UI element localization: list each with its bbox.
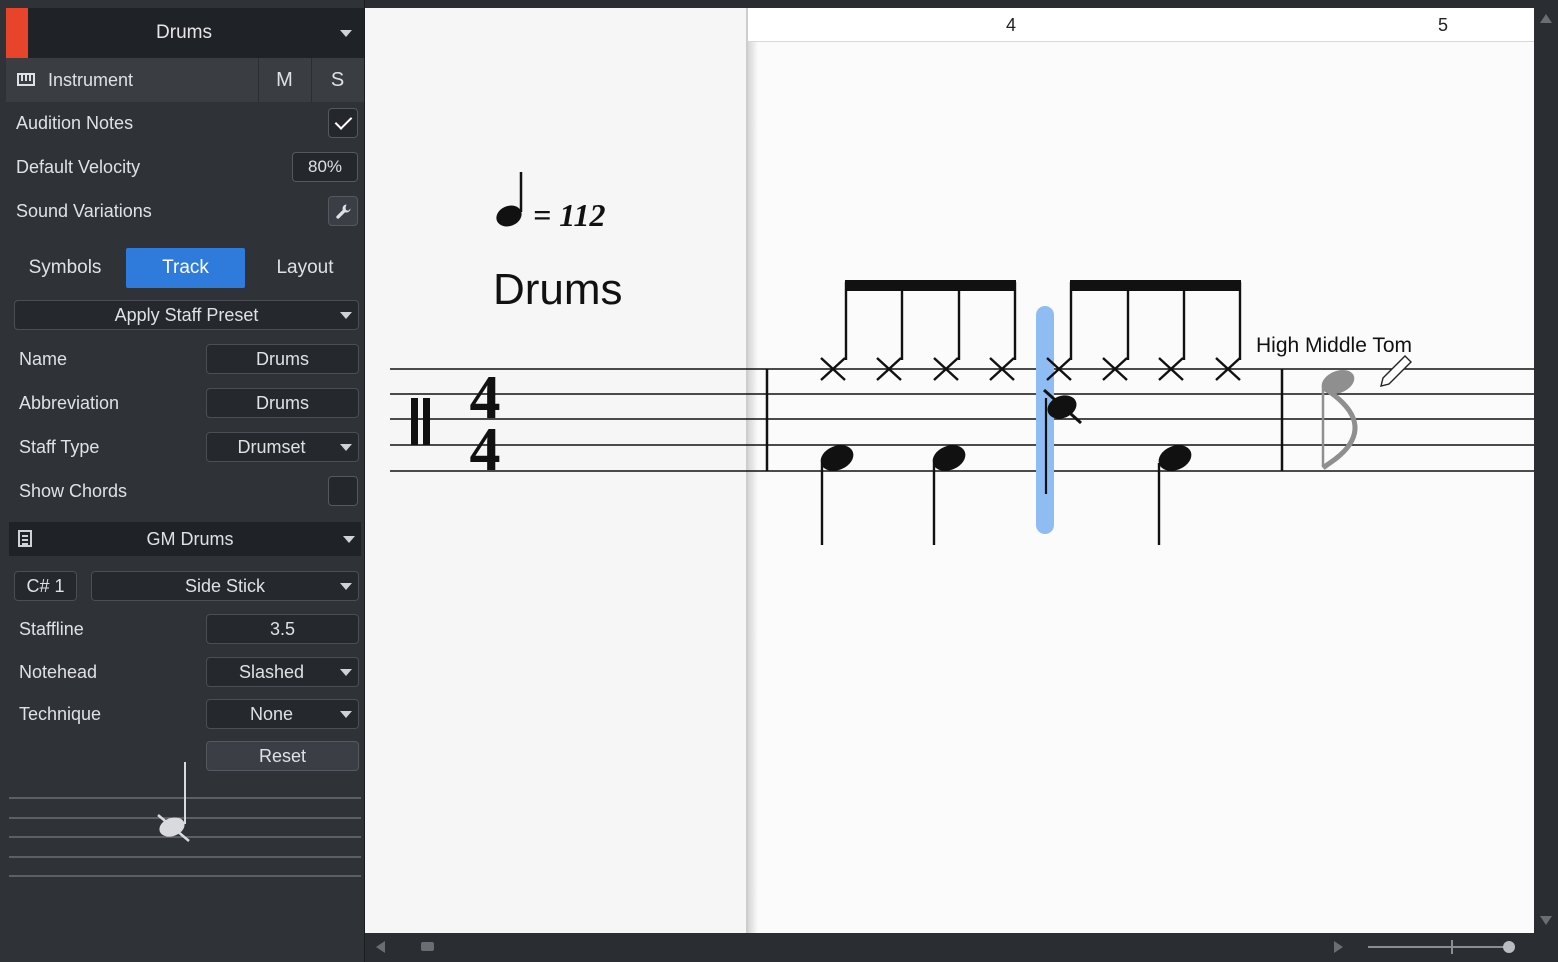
zoom-slider-knob[interactable] <box>1503 941 1515 953</box>
tempo-marking: = 112 <box>496 172 605 233</box>
track-color-swatch <box>6 8 28 58</box>
instrument-row: Instrument M S <box>6 58 364 102</box>
default-velocity-label: Default Velocity <box>16 157 141 177</box>
apply-staff-preset-dropdown[interactable]: Apply Staff Preset <box>14 300 359 330</box>
time-signature-bottom: 4 <box>470 416 501 484</box>
chevron-down-icon <box>340 312 352 319</box>
tab-symbols[interactable]: Symbols <box>6 248 124 288</box>
mute-button[interactable]: M <box>258 58 310 102</box>
instrument-sound-dropdown[interactable]: Side Stick <box>91 571 359 601</box>
inspector-panel: Drums Instrument M S Audition Notes Defa… <box>0 0 365 962</box>
scroll-left-arrow-icon[interactable] <box>376 941 385 953</box>
audition-notes-label: Audition Notes <box>16 113 134 133</box>
show-chords-checkbox[interactable] <box>328 476 358 506</box>
hihat-notes[interactable] <box>820 282 1242 381</box>
show-chords-label: Show Chords <box>19 481 128 501</box>
ghost-note-preview <box>1321 369 1358 470</box>
instrument-label: Instrument <box>48 70 134 90</box>
scroll-up-arrow-icon[interactable] <box>1540 14 1552 23</box>
sound-variations-row: Sound Variations <box>6 189 364 233</box>
instrument-sound-value: Side Stick <box>184 576 266 596</box>
scroll-down-arrow-icon[interactable] <box>1540 916 1552 925</box>
solo-button[interactable]: S <box>311 58 363 102</box>
zoom-slider-tick <box>1451 940 1453 954</box>
tab-layout[interactable]: Layout <box>246 248 364 288</box>
staffline-field[interactable]: 3.5 <box>206 614 359 644</box>
name-label: Name <box>19 349 68 369</box>
notehead-dropdown[interactable]: Slashed <box>206 657 359 687</box>
staff-type-label: Staff Type <box>19 437 100 457</box>
time-signature: 4 4 <box>470 364 501 484</box>
percussion-clef <box>411 398 430 445</box>
sound-variations-label: Sound Variations <box>16 201 152 221</box>
beams <box>845 280 1241 291</box>
track-selector[interactable]: Drums <box>6 8 364 58</box>
apply-staff-preset-label: Apply Staff Preset <box>114 305 259 325</box>
notehead-value: Slashed <box>238 662 305 682</box>
track-name: Drums <box>156 22 212 43</box>
tempo-value: = 112 <box>533 197 605 233</box>
staff-type-dropdown[interactable]: Drumset <box>206 432 359 462</box>
staff-type-value: Drumset <box>237 437 306 457</box>
technique-label: Technique <box>19 704 102 724</box>
scroll-right-arrow-icon[interactable] <box>1334 941 1343 953</box>
tab-track[interactable]: Track <box>126 248 245 288</box>
chevron-down-icon <box>340 711 352 718</box>
pencil-icon <box>1380 355 1412 387</box>
wrench-icon <box>336 204 351 219</box>
hover-instrument-tooltip: High Middle Tom <box>1256 334 1412 357</box>
notehead-preview-staff <box>9 762 361 877</box>
audition-notes-checkbox[interactable] <box>328 108 358 138</box>
chevron-down-icon <box>340 444 352 451</box>
name-field[interactable]: Drums <box>206 344 359 374</box>
pitch-field[interactable]: C# 1 <box>14 571 77 601</box>
bottom-bar <box>365 933 1558 962</box>
drum-map-name: GM Drums <box>146 529 234 549</box>
zoom-slider-track[interactable] <box>1368 946 1510 948</box>
audition-notes-row: Audition Notes <box>6 101 364 145</box>
inspector-tabs: Symbols Track Layout <box>6 246 364 290</box>
bass-drum-notes[interactable] <box>817 441 1196 545</box>
notehead-label: Notehead <box>19 662 98 682</box>
score-canvas[interactable]: 4 5 = 112 Drums 4 4 High Middle Tom <box>365 8 1534 933</box>
chevron-down-icon <box>343 536 355 543</box>
show-chords-row: Show Chords <box>6 469 364 513</box>
horizontal-scroll-thumb[interactable] <box>421 942 434 951</box>
chevron-down-icon <box>340 30 352 37</box>
keyboard-icon <box>17 73 35 86</box>
abbreviation-field[interactable]: Drums <box>206 388 359 418</box>
default-velocity-field[interactable]: 80% <box>292 152 358 182</box>
sound-variations-button[interactable] <box>328 196 358 226</box>
drum-map-selector[interactable]: GM Drums <box>9 522 361 556</box>
vertical-scrollbar[interactable] <box>1534 8 1558 933</box>
staffline-label: Staffline <box>19 619 84 639</box>
document-icon <box>18 530 32 547</box>
abbreviation-label: Abbreviation <box>19 393 120 413</box>
chevron-down-icon <box>340 669 352 676</box>
technique-value: None <box>249 704 294 724</box>
technique-dropdown[interactable]: None <box>206 699 359 729</box>
staff-title: Drums <box>493 265 623 314</box>
chevron-down-icon <box>340 583 352 590</box>
default-velocity-row: Default Velocity 80% <box>6 145 364 189</box>
score-editor-window: Drums Instrument M S Audition Notes Defa… <box>0 0 1558 962</box>
staff-notation[interactable]: = 112 Drums 4 4 High Middle Tom <box>365 8 1534 933</box>
